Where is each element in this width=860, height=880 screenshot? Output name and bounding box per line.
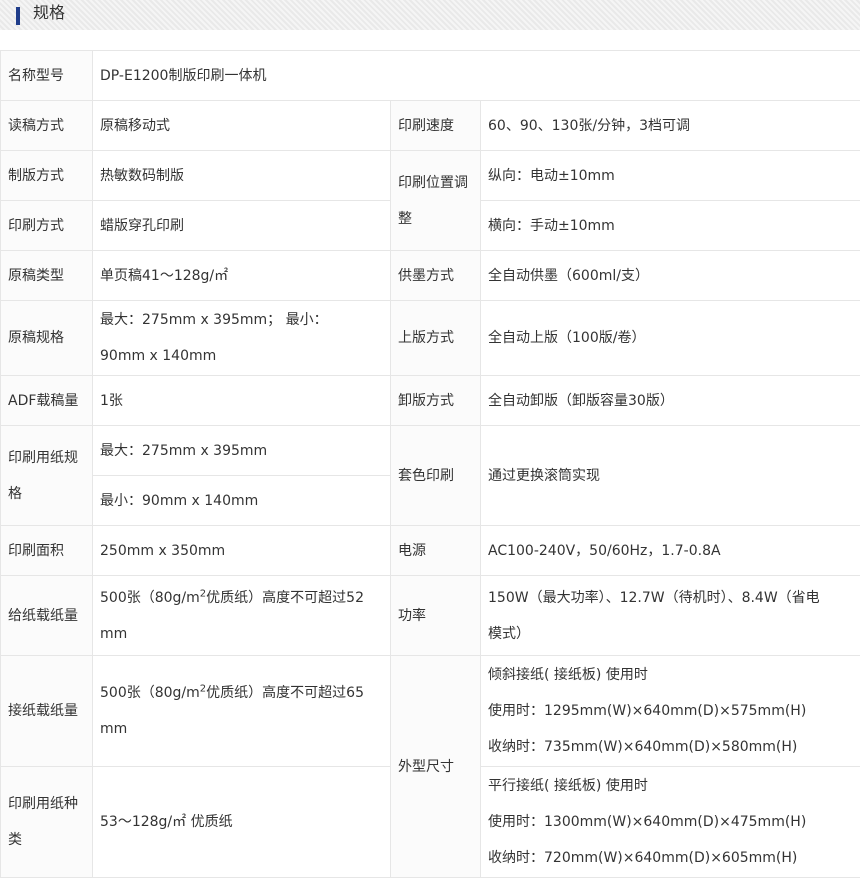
receive-capacity-post: 优质纸）高度不可超过65	[206, 685, 364, 701]
dimensions-tilt-title: 倾斜接纸( 接纸板) 使用时	[488, 667, 648, 683]
power-value: AC100-240V，50/60Hz，1.7-0.8A	[479, 525, 860, 576]
dimensions-parallel: 平行接纸( 接纸板) 使用时 使用时：1300mm(W)×640mm(D)×47…	[479, 766, 860, 878]
dimensions-parallel-store: 收纳时：720mm(W)×640mm(D)×605mm(H)	[488, 850, 798, 866]
receive-capacity-line2: mm	[100, 721, 128, 737]
color-print-value: 通过更换滚筒实现	[479, 425, 860, 526]
section-title: 规格	[33, 3, 66, 22]
print-method-value: 蜡版穿孔印刷	[92, 200, 391, 251]
paper-type-value: 53～128g/㎡ 优质纸	[92, 766, 391, 878]
feed-capacity-label: 给纸载纸量	[0, 575, 93, 656]
table-row: 印刷面积 250mm x 350mm 电源 AC100-240V，50/60Hz…	[0, 525, 860, 576]
paper-size-label-line2: 格	[8, 485, 22, 502]
position-adjust-horizontal: 横向：手动±10mm	[479, 200, 860, 251]
dimensions-parallel-use: 使用时：1300mm(W)×640mm(D)×475mm(H)	[488, 814, 807, 830]
power-consumption-value: 150W（最大功率）、12.7W（待机时）、8.4W（省电 模式）	[479, 575, 860, 656]
spec-table: 名称型号 DP-E1200制版印刷一体机 读稿方式 原稿移动式 印刷速度 60、…	[0, 50, 860, 878]
plate-method-label: 制版方式	[0, 150, 93, 201]
print-method-label: 印刷方式	[0, 200, 93, 251]
position-adjust-label-line2: 整	[398, 210, 412, 227]
paper-type-label: 印刷用纸种 类	[0, 766, 93, 878]
original-size-line1: 最大：275mm x 395mm； 最小：	[100, 312, 328, 328]
model-value: DP-E1200制版印刷一体机	[91, 50, 860, 101]
dimensions-parallel-title: 平行接纸( 接纸板) 使用时	[488, 778, 648, 794]
paper-size-min: 最小：90mm x 140mm	[92, 475, 391, 526]
print-speed-value: 60、90、130张/分钟，3档可调	[479, 100, 860, 151]
feed-capacity-line2: mm	[100, 625, 128, 642]
dimensions-tilt-store: 收纳时：735mm(W)×640mm(D)×580mm(H)	[488, 739, 798, 755]
original-type-label: 原稿类型	[0, 250, 93, 301]
table-row: 给纸载纸量 500张（80g/m2优质纸）高度不可超过52 mm 功率 150W…	[0, 575, 860, 656]
table-row: ADF载稿量 1张 卸版方式 全自动卸版（卸版容量30版）	[0, 375, 860, 426]
ink-supply-value: 全自动供墨（600ml/支）	[479, 250, 860, 301]
color-print-label: 套色印刷	[390, 425, 481, 526]
table-row: 制版方式 热敏数码制版 印刷位置调 整 纵向：电动±10mm	[0, 150, 860, 251]
read-method-value: 原稿移动式	[92, 100, 391, 151]
table-row: 接纸载纸量 500张（80g/m2优质纸）高度不可超过65 mm 外型尺寸 倾斜…	[0, 655, 860, 878]
feed-capacity-value: 500张（80g/m2优质纸）高度不可超过52 mm	[92, 575, 391, 656]
original-size-line2: 90mm x 140mm	[100, 348, 217, 364]
table-row: 名称型号 DP-E1200制版印刷一体机	[0, 50, 860, 101]
table-row: 原稿规格 最大：275mm x 395mm； 最小： 90mm x 140mm …	[0, 300, 860, 376]
paper-size-label-line1: 印刷用纸规	[8, 449, 78, 466]
power-consumption-line2: 模式）	[488, 625, 530, 642]
feed-capacity-line1: 500张（80g/m2优质纸）高度不可超过52	[100, 580, 384, 616]
print-area-value: 250mm x 350mm	[92, 525, 391, 576]
power-consumption-line1: 150W（最大功率）、12.7W（待机时）、8.4W（省电	[488, 589, 820, 606]
receive-capacity-pre: 500张（80g/m	[100, 685, 200, 701]
read-method-label: 读稿方式	[0, 100, 93, 151]
print-area-label: 印刷面积	[0, 525, 93, 576]
receive-capacity-value: 500张（80g/m2优质纸）高度不可超过65 mm	[92, 655, 391, 767]
position-adjust-vertical: 纵向：电动±10mm	[479, 150, 860, 201]
table-row: 读稿方式 原稿移动式 印刷速度 60、90、130张/分钟，3档可调	[0, 100, 860, 151]
paper-size-label: 印刷用纸规 格	[0, 425, 93, 526]
paper-type-label-line1: 印刷用纸种	[8, 796, 78, 812]
table-row: 原稿类型 单页稿41～128g/㎡ 供墨方式 全自动供墨（600ml/支）	[0, 250, 860, 301]
ink-supply-label: 供墨方式	[390, 250, 481, 301]
model-label: 名称型号	[0, 50, 93, 101]
original-type-value: 单页稿41～128g/㎡	[92, 250, 391, 301]
plate-loading-label: 上版方式	[390, 300, 481, 376]
accent-bar	[16, 7, 20, 25]
dimensions-label: 外型尺寸	[390, 655, 481, 878]
power-consumption-label: 功率	[390, 575, 481, 656]
original-size-value: 最大：275mm x 395mm； 最小： 90mm x 140mm	[92, 300, 391, 376]
feed-capacity-post: 优质纸）高度不可超过52	[206, 589, 364, 606]
plate-unloading-label: 卸版方式	[390, 375, 481, 426]
dimensions-tilt-use: 使用时：1295mm(W)×640mm(D)×575mm(H)	[488, 703, 807, 719]
dimensions-tilt: 倾斜接纸( 接纸板) 使用时 使用时：1295mm(W)×640mm(D)×57…	[479, 655, 860, 767]
plate-loading-value: 全自动上版（100版/卷）	[479, 300, 860, 376]
adf-capacity-value: 1张	[92, 375, 391, 426]
plate-method-value: 热敏数码制版	[92, 150, 391, 201]
print-speed-label: 印刷速度	[390, 100, 481, 151]
paper-size-max: 最大：275mm x 395mm	[92, 425, 391, 476]
receive-capacity-label: 接纸载纸量	[0, 655, 93, 767]
receive-capacity-line1: 500张（80g/m2优质纸）高度不可超过65	[100, 675, 384, 711]
position-adjust-label: 印刷位置调 整	[390, 150, 481, 251]
feed-capacity-pre: 500张（80g/m	[100, 589, 200, 606]
table-row: 印刷用纸规 格 最大：275mm x 395mm 套色印刷 通过更换滚筒实现	[0, 425, 860, 526]
section-header: 规格	[0, 0, 860, 30]
power-label: 电源	[390, 525, 481, 576]
paper-type-label-line2: 类	[8, 832, 22, 848]
plate-unloading-value: 全自动卸版（卸版容量30版）	[479, 375, 860, 426]
position-adjust-label-line1: 印刷位置调	[398, 174, 468, 191]
original-size-label: 原稿规格	[0, 300, 93, 376]
adf-capacity-label: ADF载稿量	[0, 375, 93, 426]
